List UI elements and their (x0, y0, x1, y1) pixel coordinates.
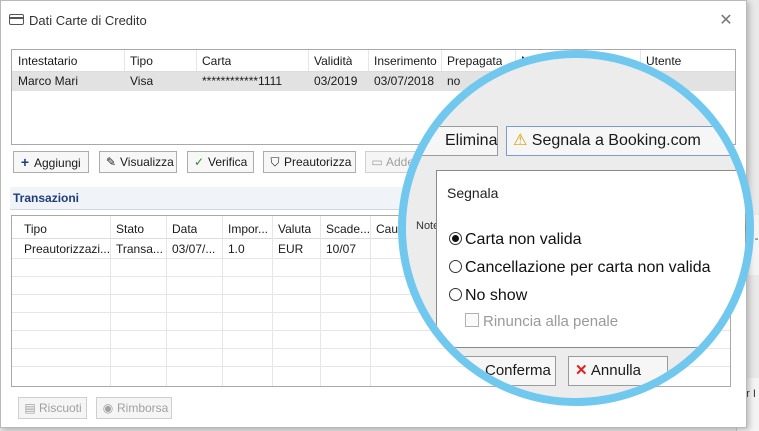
cell-validita: 03/2019 (314, 74, 358, 88)
title-bar: Dati Carte di Credito ✕ (1, 1, 746, 41)
tx-cell-data: 03/07/... (172, 242, 216, 256)
cell-intestatario: Marco Mari (18, 74, 79, 88)
segnala-booking-button[interactable]: ⚠ Segnala a Booking.com (506, 126, 746, 156)
cards-col-validita[interactable]: Validità (314, 54, 352, 68)
segnala-popup: Segnala Carta non valida Cancellazione p… (436, 170, 746, 348)
tx-col-importo[interactable]: Impor... (228, 222, 268, 236)
col-divider (308, 50, 309, 71)
grid-line (370, 216, 371, 386)
tx-cell-stato: Transa... (116, 242, 163, 256)
cell-tipo: Visa (130, 74, 154, 88)
check-icon: ✓ (193, 155, 205, 169)
grid-line (320, 216, 321, 386)
grid-line (110, 216, 111, 386)
visualizza-button[interactable]: ✎ Visualizza (99, 151, 177, 173)
elimina-label: Elimina (445, 132, 498, 149)
radio-cancellazione[interactable]: Cancellazione per carta non valida (449, 259, 710, 277)
conferma-button[interactable]: Conferma (426, 356, 556, 386)
segnala-booking-label: Segnala a Booking.com (531, 132, 701, 149)
grid-line (222, 216, 223, 386)
preautorizza-label: Preautorizza (284, 155, 352, 169)
grid-line (166, 216, 167, 386)
radio-label: Carta non valida (465, 231, 582, 248)
col-divider (368, 50, 369, 71)
radio-label: Cancellazione per carta non valida (465, 259, 711, 276)
close-button[interactable]: ✕ (714, 9, 738, 33)
transactions-title: Transazioni (13, 191, 80, 205)
annulla-button[interactable]: ✕ Annulla (568, 356, 668, 386)
radio-carta-non-valida[interactable]: Carta non valida (449, 231, 582, 249)
cards-col-intestatario[interactable]: Intestatario (18, 54, 77, 68)
col-divider (196, 50, 197, 71)
tx-cell-scadenza: 10/07 (326, 242, 357, 256)
tx-col-scadenza[interactable]: Scade... (326, 222, 370, 236)
visualizza-label: Visualizza (120, 155, 174, 169)
shield-icon: ⛉ (270, 155, 280, 169)
conferma-label: Conferma (485, 362, 551, 379)
rimborsa-label: Rimborsa (117, 401, 169, 415)
segnala-popup-title: Segnala (447, 185, 499, 201)
radio-icon (449, 288, 462, 301)
dialog-title: Dati Carte di Credito (29, 13, 147, 28)
close-icon: ✕ (575, 362, 588, 379)
cards-col-tipo[interactable]: Tipo (130, 54, 153, 68)
checkbox-icon (465, 313, 479, 327)
cards-col-carta[interactable]: Carta (202, 54, 231, 68)
grid-line (272, 216, 273, 386)
annulla-label: Annulla (590, 362, 641, 379)
rinuncia-label: Rinuncia alla penale (483, 313, 619, 330)
preautorizza-button[interactable]: ⛉ Preautorizza (263, 151, 356, 173)
magnifier-callout: Elimina ⚠ Segnala a Booking.com Note Seg… (398, 50, 754, 406)
col-divider (124, 50, 125, 71)
cell-carta: ************1111 (202, 74, 283, 88)
aggiungi-button[interactable]: + Aggiungi (13, 151, 89, 173)
coin-icon: ◉ (102, 401, 114, 415)
riscuoti-label: Riscuoti (39, 401, 82, 415)
tx-cell-importo: 1.0 (228, 242, 245, 256)
riscuoti-button[interactable]: ▤ Riscuoti (18, 397, 87, 419)
verifica-label: Verifica (208, 155, 248, 169)
tx-col-stato[interactable]: Stato (116, 222, 144, 236)
rinuncia-checkbox[interactable]: Rinuncia alla penale (465, 313, 618, 330)
rimborsa-button[interactable]: ◉ Rimborsa (96, 397, 172, 419)
radio-no-show[interactable]: No show (449, 287, 527, 305)
pencil-icon: ✎ (105, 155, 117, 169)
aggiungi-label: Aggiungi (34, 156, 81, 170)
tx-cell-valuta: EUR (278, 242, 304, 256)
verifica-button[interactable]: ✓ Verifica (187, 151, 254, 173)
tx-col-tipo[interactable]: Tipo (24, 222, 47, 236)
tx-cell-tipo: Preautorizzazi... (24, 242, 111, 256)
magnifier-content: Elimina ⚠ Segnala a Booking.com Note Seg… (406, 58, 746, 398)
radio-label: No show (465, 287, 528, 304)
tx-col-data[interactable]: Data (172, 222, 197, 236)
receipt-icon: ▤ (24, 401, 36, 415)
plus-icon: + (20, 154, 30, 170)
tx-col-valuta[interactable]: Valuta (278, 222, 311, 236)
credit-card-icon (9, 14, 24, 25)
radio-icon (449, 260, 462, 273)
warning-icon: ⚠ (513, 132, 528, 149)
radio-checked-icon (449, 232, 462, 245)
elimina-button[interactable]: Elimina (406, 126, 498, 156)
card-icon: ▭ (371, 155, 383, 169)
